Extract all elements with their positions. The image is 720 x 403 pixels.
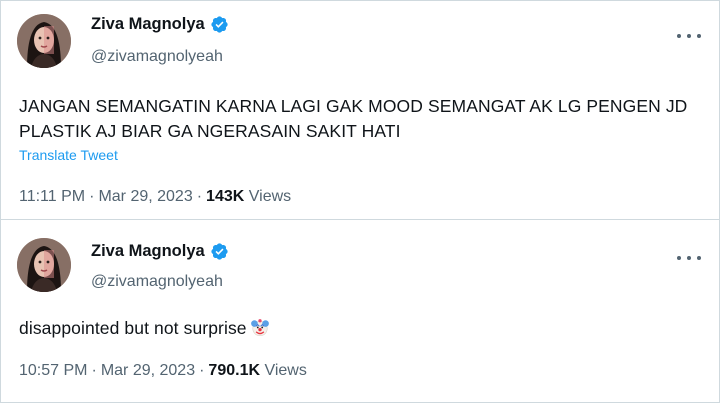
tweet-text: disappointed but not surprise [19,318,247,338]
verified-badge-icon [211,243,228,260]
more-options-icon[interactable] [677,251,701,265]
handle[interactable]: @zivamagnolyeah [91,48,223,66]
handle[interactable]: @zivamagnolyeah [91,273,223,291]
views-label: Views [264,362,307,379]
separator: · [89,188,95,205]
tweet-date[interactable]: Mar 29, 2023 [98,188,192,205]
views-label: Views [248,188,292,205]
separator: · [91,362,97,379]
tweet-card[interactable]: Ziva Magnolya @zivamagnolyeah disappoint… [1,221,719,403]
verified-badge-icon [211,16,228,33]
more-options-icon[interactable] [677,29,701,43]
views-count: 790.1K [208,362,261,379]
tweet-meta: 10:57 PM · Mar 29, 2023 · 790.1K Views [19,362,307,380]
avatar[interactable] [17,14,71,68]
avatar[interactable] [17,238,71,292]
tweet-meta: 11:11 PM · Mar 29, 2023 · 143K Views [19,188,291,206]
tweet-text-container: disappointed but not surprise [19,316,709,341]
display-name[interactable]: Ziva Magnolya [91,242,205,261]
separator: · [199,362,205,379]
display-name[interactable]: Ziva Magnolya [91,15,205,34]
tweet-time[interactable]: 11:11 PM [19,188,85,205]
tweet-screenshot-frame: Ziva Magnolya @zivamagnolyeah JANGAN SEM… [0,0,720,403]
author-name-row[interactable]: Ziva Magnolya [91,15,229,34]
tweet-time[interactable]: 10:57 PM [19,362,87,379]
clown-face-icon [250,319,269,337]
tweet-date[interactable]: Mar 29, 2023 [101,362,195,379]
author-name-row[interactable]: Ziva Magnolya [91,242,229,261]
separator: · [196,188,203,205]
tweet-card[interactable]: Ziva Magnolya @zivamagnolyeah JANGAN SEM… [1,1,719,220]
translate-tweet-link[interactable]: Translate Tweet [19,147,118,163]
views-count: 143K [206,188,245,205]
tweet-text: JANGAN SEMANGATIN KARNA LAGI GAK MOOD SE… [19,96,688,141]
